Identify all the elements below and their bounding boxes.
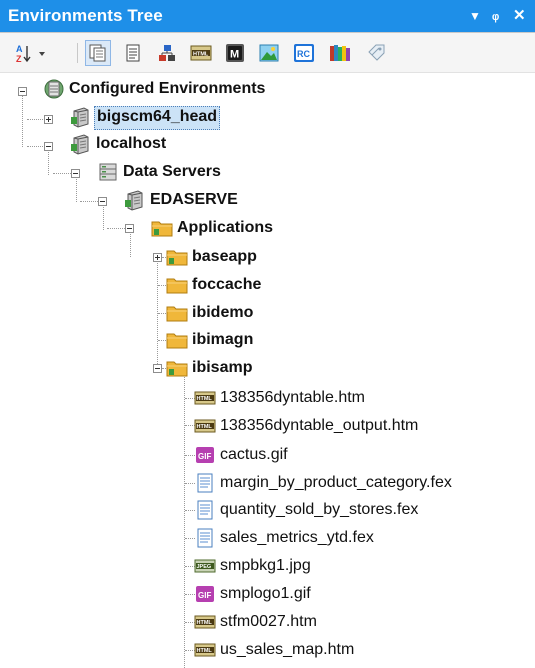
- html-file-icon: HTML: [194, 615, 216, 629]
- tree-node-label: ibimagn: [192, 331, 254, 348]
- data-servers-icon: [99, 163, 117, 181]
- svg-text:HTML: HTML: [197, 424, 213, 430]
- html-file-icon: HTML: [194, 391, 216, 405]
- tree-node-label: ibisamp: [192, 359, 253, 376]
- html-file-icon: HTML: [194, 643, 216, 657]
- dropdown-icon[interactable]: ▼: [469, 9, 481, 23]
- svg-text:M: M: [230, 49, 239, 61]
- hierarchy-button[interactable]: [154, 40, 180, 66]
- image-icon: [259, 44, 279, 62]
- jpeg-file-icon: JPEG: [194, 559, 216, 573]
- tree-node-label: 138356dyntable.htm: [220, 389, 365, 406]
- master-icon: M: [226, 44, 244, 62]
- library-icon: [330, 45, 350, 61]
- server-icon: [125, 190, 143, 211]
- close-icon[interactable]: ✕: [513, 6, 526, 24]
- view-all-button[interactable]: [85, 40, 111, 66]
- tree-line: [22, 91, 23, 147]
- svg-text:GIF: GIF: [198, 591, 211, 600]
- folder-icon: [166, 278, 188, 294]
- toolbar: A Z HTML M RC: [0, 33, 535, 73]
- tree-node-label: EDASERVE: [150, 191, 238, 208]
- tree-line: [53, 173, 71, 174]
- gif-file-icon: GIF: [196, 586, 214, 602]
- tree-line: [184, 368, 185, 668]
- fex-file-icon: [197, 528, 213, 548]
- rc-button[interactable]: RC: [291, 40, 317, 66]
- tree-node-label: margin_by_product_category.fex: [220, 474, 452, 491]
- tree-line: [27, 119, 43, 120]
- folder-icon: [166, 250, 188, 266]
- svg-text:RC: RC: [297, 49, 310, 59]
- tree-node-label: foccache: [192, 276, 262, 293]
- pin-icon[interactable]: ᵩ: [492, 6, 499, 23]
- tree-node-label: stfm0027.htm: [220, 613, 317, 630]
- tree-node-label: localhost: [96, 135, 167, 152]
- panel-title: Environments Tree: [8, 6, 163, 25]
- folder-icon: [166, 333, 188, 349]
- rc-icon: RC: [294, 44, 314, 62]
- server-icon: [71, 107, 89, 128]
- fex-file-icon: [197, 473, 213, 493]
- sort-icon: A Z: [16, 44, 45, 64]
- tree-node-label: cactus.gif: [220, 446, 288, 463]
- svg-text:A: A: [16, 44, 23, 54]
- tree-node-label: 138356dyntable_output.htm: [220, 417, 419, 434]
- svg-text:HTML: HTML: [193, 52, 209, 58]
- expand-toggle[interactable]: [153, 253, 162, 262]
- collapse-toggle[interactable]: [125, 224, 134, 233]
- tree-node-label: smplogo1.gif: [220, 585, 311, 602]
- svg-text:Z: Z: [16, 54, 22, 64]
- tree-node-label: Configured Environments: [69, 80, 266, 97]
- html-file-icon: HTML: [194, 419, 216, 433]
- tree-line: [107, 228, 125, 229]
- svg-text:HTML: HTML: [197, 648, 213, 654]
- svg-text:JPEG: JPEG: [197, 564, 212, 570]
- tree-line: [80, 201, 98, 202]
- svg-text:GIF: GIF: [198, 452, 211, 461]
- folder-icon: [166, 306, 188, 322]
- expand-toggle[interactable]: [44, 115, 53, 124]
- environments-icon: [44, 79, 64, 99]
- tree-node-label: smpbkg1.jpg: [220, 557, 311, 574]
- tree-node-label: bigscm64_head: [94, 106, 221, 130]
- gif-file-icon: GIF: [196, 447, 214, 463]
- html-button[interactable]: HTML: [188, 40, 214, 66]
- tree-line: [27, 146, 43, 147]
- sort-button[interactable]: A Z: [14, 40, 56, 66]
- document-button[interactable]: [120, 40, 146, 66]
- folder-icon: [166, 361, 188, 377]
- svg-text:HTML: HTML: [197, 620, 213, 626]
- tree-node-label: ibidemo: [192, 304, 254, 321]
- tree-node-label: Data Servers: [123, 163, 221, 180]
- view-all-icon: [89, 44, 106, 62]
- tree-node-label: us_sales_map.htm: [220, 641, 355, 658]
- tree-node-label: Applications: [177, 219, 274, 236]
- tag-icon: [368, 44, 385, 61]
- tree-line: [157, 255, 158, 368]
- image-button[interactable]: [256, 40, 282, 66]
- collapse-toggle[interactable]: [153, 364, 162, 373]
- collapse-toggle[interactable]: [18, 87, 27, 96]
- environments-tree: Configured Environments bigscm64_head lo…: [0, 73, 535, 668]
- html-icon: HTML: [190, 45, 212, 61]
- svg-text:HTML: HTML: [197, 396, 213, 402]
- collapse-toggle[interactable]: [98, 197, 107, 206]
- collapse-toggle[interactable]: [44, 142, 53, 151]
- fex-file-icon: [197, 500, 213, 520]
- document-icon: [126, 44, 140, 62]
- master-button[interactable]: M: [222, 40, 248, 66]
- toolbar-separator: [77, 43, 78, 63]
- panel-titlebar: Environments Tree ▼ ᵩ ✕: [0, 0, 535, 33]
- library-button[interactable]: [327, 40, 353, 66]
- hierarchy-icon: [159, 45, 175, 61]
- server-icon: [71, 134, 89, 155]
- collapse-toggle[interactable]: [71, 169, 80, 178]
- tree-node-label: sales_metrics_ytd.fex: [220, 529, 374, 546]
- tree-node-label: quantity_sold_by_stores.fex: [220, 501, 419, 518]
- tag-button[interactable]: [363, 40, 389, 66]
- folder-icon: [151, 221, 173, 237]
- tree-node-label: baseapp: [192, 248, 257, 265]
